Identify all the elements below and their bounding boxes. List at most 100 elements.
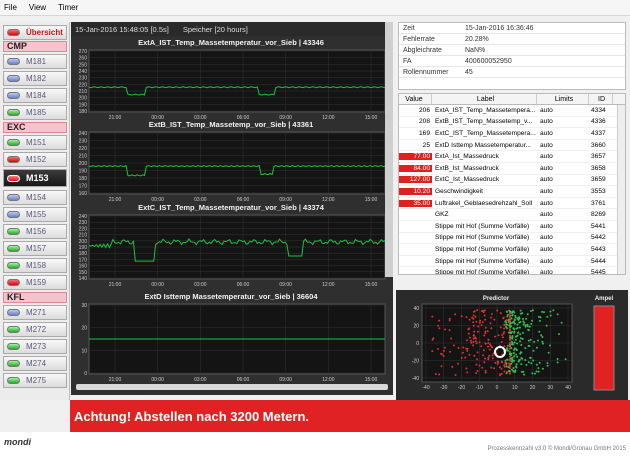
predictor-point-green [529, 357, 532, 359]
predictor-point-green [508, 309, 511, 312]
predictor-point-green [546, 364, 549, 367]
predictor-point-red [448, 329, 451, 332]
machine-button-m157[interactable]: M157 [3, 241, 67, 256]
table-row[interactable]: 208 ExtB_IST_Temp_Massetemp_v... auto 4336 [399, 117, 625, 129]
predictor-point-green [506, 323, 509, 326]
predictor-plot: Predictor Ampel -40 -30 -20 -10 0 10 20 30 40 40 20 0… [412, 296, 615, 391]
machine-button-m185[interactable]: M185 [3, 105, 67, 120]
predictor-point-red [501, 336, 504, 339]
table-row[interactable]: Stippe mit Hof (Summe Vorfälle) auto 5442 [399, 233, 625, 245]
predictor-point-green [515, 366, 518, 369]
menu-timer[interactable]: Timer [58, 3, 78, 12]
machine-button-m273[interactable]: M273 [3, 339, 67, 354]
machine-button-m156[interactable]: M156 [3, 224, 67, 239]
charts-horizontal-scrollbar[interactable] [76, 384, 388, 390]
table-row[interactable]: 84.00 ExtB_Ist_Massedruck auto 3658 [399, 163, 625, 175]
predictor-point-red [491, 354, 494, 357]
col-value-header[interactable]: Value [399, 94, 432, 104]
chart-plot-area [88, 49, 386, 113]
machine-label: M181 [26, 57, 47, 66]
predictor-point-green [509, 331, 512, 334]
machine-button-m155[interactable]: M155 [3, 207, 67, 222]
predictor-point-red [465, 347, 468, 350]
predictor-point-green [522, 370, 525, 373]
predictor-point-red [438, 327, 441, 330]
predictor-point-green [518, 321, 521, 324]
table-row[interactable]: Stippe mit Hof (Summe Vorfälle) auto 5441 [399, 221, 625, 233]
predictor-point-red [509, 328, 511, 331]
predictor-point-green [549, 314, 552, 317]
predictor-point-red [473, 354, 476, 357]
machine-button-m158[interactable]: M158 [3, 258, 67, 273]
predictor-point-green [513, 341, 516, 344]
x-tick-label: 09:00 [279, 282, 292, 288]
machine-button-m275[interactable]: M275 [3, 373, 67, 388]
machine-button-m271[interactable]: M271 [3, 305, 67, 320]
predictor-point-red [500, 367, 503, 370]
col-label-header[interactable]: Label [432, 94, 537, 104]
machine-button-m159[interactable]: M159 [3, 275, 67, 290]
machine-button-m151[interactable]: M151 [3, 135, 67, 150]
machine-button-m181[interactable]: M181 [3, 54, 67, 69]
table-row[interactable]: 35.00 Luftrakel_Geblaesedrehzahl_Soll auto… [399, 198, 625, 210]
footer [0, 432, 630, 458]
predictor-point-green [511, 360, 513, 363]
table-row[interactable]: 127.00 ExtC_Ist_Massedruck auto 3659 [399, 175, 625, 187]
table-row[interactable]: 206 ExtA_IST_Temp_Massetempera... auto 4334 [399, 105, 625, 117]
machine-label: M156 [26, 227, 47, 236]
predictor-point-green [546, 315, 549, 318]
x-tick-label: 00:00 [151, 282, 164, 288]
table-row[interactable]: Stippe mit Hof (Summe Vorfälle) auto 5445 [399, 267, 625, 274]
machine-label: M152 [26, 155, 47, 164]
predictor-point-red [472, 334, 475, 337]
predictor-point-green [526, 323, 529, 326]
table-row[interactable]: 10.20 Geschwindigkeit auto 3553 [399, 186, 625, 198]
table-scrollbar[interactable] [617, 105, 625, 274]
predictor-point-green [512, 352, 515, 354]
predictor-point-red [442, 349, 445, 352]
table-row[interactable]: GKZ auto 8269 [399, 209, 625, 221]
machine-label: M274 [26, 359, 47, 368]
status-led-icon [7, 58, 20, 65]
row-id: 3660 [591, 141, 606, 149]
predictor-point-green [528, 345, 531, 347]
predictor-point-red [432, 337, 435, 340]
predictor-point-green [510, 357, 513, 360]
machine-button-m184[interactable]: M184 [3, 88, 67, 103]
table-row[interactable]: 77.00 ExtA_Ist_Massedruck auto 3657 [399, 151, 625, 163]
predictor-point-red [438, 373, 441, 376]
predictor-point-green [556, 361, 559, 364]
menu-file[interactable]: File [4, 3, 17, 12]
row-limits: auto [540, 245, 553, 253]
info-row: Fehlerrate 20.28% [399, 34, 625, 45]
col-id-header[interactable]: ID [589, 94, 613, 104]
row-id: 3658 [591, 164, 606, 172]
predictor-point-red [448, 319, 451, 322]
predictor-point-green [527, 339, 530, 342]
menu-view[interactable]: View [29, 3, 46, 12]
col-limits-header[interactable]: Limits [537, 94, 589, 104]
table-row[interactable]: 25 ExtD Isttemp Massetemperatur... auto 366… [399, 140, 625, 152]
predictor-point-red [487, 345, 490, 348]
predictor-point-red [434, 373, 437, 375]
machine-button-m152[interactable]: M152 [3, 152, 67, 167]
predictor-point-green [531, 372, 534, 375]
table-row[interactable]: Stippe mit Hof (Summe Vorfälle) auto 5444 [399, 256, 625, 268]
charts-vertical-scrollbar[interactable] [385, 22, 393, 277]
predictor-point-green [556, 313, 559, 316]
y-tick-label: 210 [79, 154, 88, 160]
predictor-point-red [501, 334, 504, 336]
machine-button-m153[interactable]: M153 [3, 169, 67, 187]
machine-button-m182[interactable]: M182 [3, 71, 67, 86]
machine-button-m272[interactable]: M272 [3, 322, 67, 337]
predictor-point-green [523, 373, 526, 376]
overview-button[interactable]: Übersicht [3, 25, 67, 40]
machine-button-m154[interactable]: M154 [3, 190, 67, 205]
predictor-point-red [475, 372, 478, 375]
table-row[interactable]: 169 ExtC_IST_Temp_Massetempera... auto 4337 [399, 128, 625, 140]
info-value: NaN% [465, 46, 486, 54]
table-row[interactable]: Stippe mit Hof (Summe Vorfälle) auto 5443 [399, 244, 625, 256]
predictor-point-green [516, 326, 519, 329]
machine-button-m274[interactable]: M274 [3, 356, 67, 371]
predictor-point-red [470, 341, 473, 344]
